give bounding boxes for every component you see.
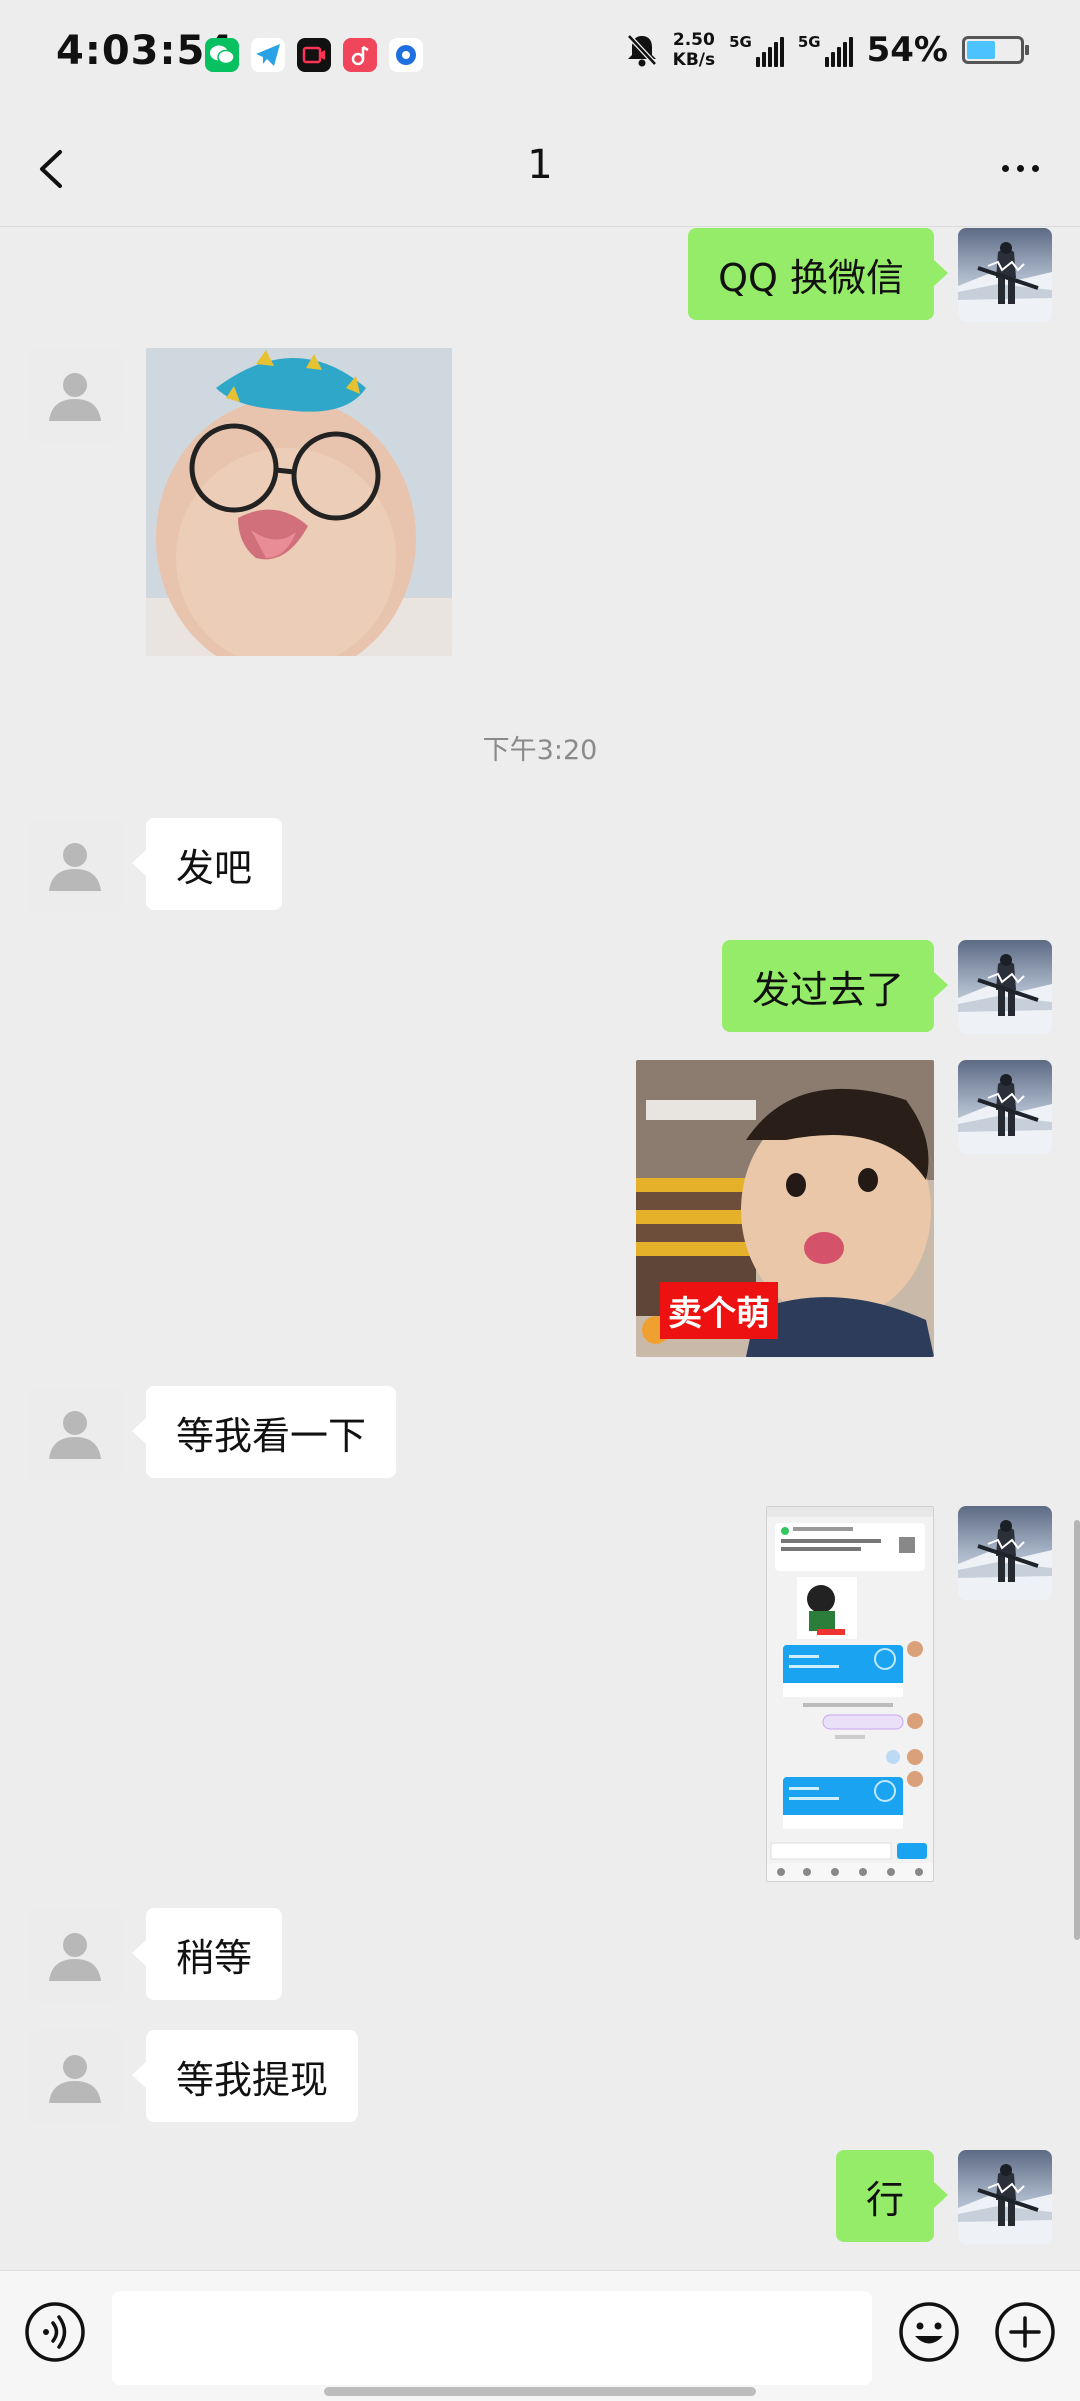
image-message-chat-screenshot[interactable] <box>766 1506 934 1882</box>
my-avatar[interactable] <box>958 1506 1052 1600</box>
battery-percent: 54% <box>866 30 948 70</box>
contact-avatar[interactable] <box>28 1908 122 2002</box>
baby-glasses-image <box>146 348 452 656</box>
chat-header: 1 <box>0 112 1080 227</box>
more-functions-button[interactable] <box>994 2301 1056 2363</box>
signal-icon-2: 5G <box>798 33 853 67</box>
more-options-button[interactable] <box>990 148 1050 188</box>
contact-avatar[interactable] <box>28 818 122 912</box>
status-app-icons <box>205 38 423 72</box>
wechat-icon <box>205 38 239 72</box>
chat-screenshot-image <box>767 1507 933 1881</box>
more-dot-icon <box>1031 164 1039 172</box>
my-avatar[interactable] <box>958 228 1052 322</box>
image-message-baby-pout[interactable]: 卖个萌 <box>636 1060 934 1357</box>
my-avatar[interactable] <box>958 1060 1052 1154</box>
signal-2-label: 5G <box>797 33 821 51</box>
status-bar: 4:03:54 2.50 KB/s 5G 5G 54% <box>0 0 1080 112</box>
default-person-icon <box>49 2055 101 2103</box>
avatar-image <box>958 2150 1052 2244</box>
signal-icon-1: 5G <box>729 33 784 67</box>
default-person-icon <box>49 1411 101 1459</box>
contact-avatar[interactable] <box>28 348 122 442</box>
battery-icon <box>962 36 1029 64</box>
outgoing-message[interactable]: 行 <box>835 2150 949 2242</box>
voice-icon <box>25 2302 85 2362</box>
emoji-icon <box>899 2302 959 2362</box>
avatar-image <box>958 940 1052 1034</box>
avatar-image <box>958 1060 1052 1154</box>
incoming-message[interactable]: 等我提现 <box>131 2030 359 2122</box>
home-indicator[interactable] <box>324 2387 756 2396</box>
input-bar <box>0 2270 1080 2401</box>
my-avatar[interactable] <box>958 940 1052 1034</box>
scrollbar[interactable] <box>1074 1520 1080 1940</box>
more-dot-icon <box>1016 164 1024 172</box>
music-app-icon <box>343 38 377 72</box>
contact-avatar[interactable] <box>28 1386 122 1480</box>
camera-app-icon <box>389 38 423 72</box>
contact-avatar[interactable] <box>28 2030 122 2124</box>
outgoing-message[interactable]: QQ 换微信 <box>688 228 948 320</box>
battery-fill <box>967 41 996 59</box>
avatar-image <box>958 1506 1052 1600</box>
default-person-icon <box>49 843 101 891</box>
incoming-message[interactable]: 稍等 <box>131 1908 283 2000</box>
default-person-icon <box>49 1933 101 1981</box>
voice-button[interactable] <box>24 2301 86 2363</box>
video-app-icon <box>297 38 331 72</box>
net-speed-value: 2.50 <box>672 30 715 50</box>
outgoing-message[interactable]: 发过去了 <box>721 940 949 1032</box>
net-speed-unit: KB/s <box>672 50 716 70</box>
image-caption: 卖个萌 <box>660 1282 778 1339</box>
avatar-image <box>958 228 1052 322</box>
mute-bell-icon <box>626 34 657 67</box>
chat-title: 1 <box>527 142 553 188</box>
status-right: 2.50 KB/s 5G 5G 54% <box>625 30 1029 70</box>
plus-icon <box>995 2302 1055 2362</box>
emoji-button[interactable] <box>898 2301 960 2363</box>
more-dot-icon <box>1001 164 1009 172</box>
net-speed: 2.50 KB/s <box>673 30 715 70</box>
telegram-icon <box>251 38 285 72</box>
message-input[interactable] <box>112 2291 872 2385</box>
default-person-icon <box>49 373 101 421</box>
incoming-message[interactable]: 发吧 <box>131 818 283 910</box>
image-message-baby-glasses[interactable] <box>146 348 452 656</box>
signal-1-label: 5G <box>729 33 752 51</box>
timestamp: 下午3:20 <box>482 735 598 766</box>
my-avatar[interactable] <box>958 2150 1052 2244</box>
incoming-message[interactable]: 等我看一下 <box>131 1386 397 1478</box>
